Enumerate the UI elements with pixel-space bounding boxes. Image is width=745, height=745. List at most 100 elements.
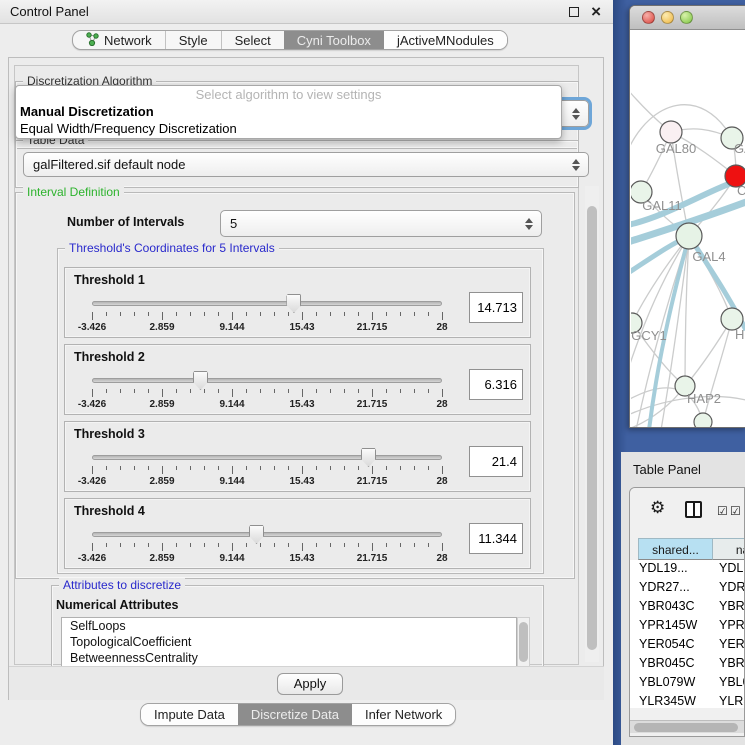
slider-tick-labels: -3.4262.8599.14415.4321.71528 xyxy=(65,476,530,488)
network-node[interactable] xyxy=(676,223,702,249)
close-icon[interactable]: × xyxy=(591,1,601,23)
network-edge[interactable] xyxy=(703,319,732,422)
node-label: C xyxy=(737,183,745,198)
network-window-titlebar[interactable] xyxy=(630,6,745,30)
tick-mark xyxy=(190,543,191,547)
cell-shared-name[interactable]: YDR27... xyxy=(639,580,690,594)
column-header-name[interactable]: na xyxy=(713,538,745,560)
number-of-intervals-combobox[interactable]: 5 xyxy=(220,210,542,237)
gear-icon[interactable]: ⚙ xyxy=(650,498,665,518)
scrollbar-thumb[interactable] xyxy=(587,206,597,650)
attribute-list-item[interactable]: BetweennessCentrality xyxy=(62,650,516,666)
table-row[interactable]: YBL079W YBL0 xyxy=(630,674,745,693)
threshold-3-slider-handle[interactable] xyxy=(361,448,376,467)
cell-shared-name[interactable]: YBL079W xyxy=(639,675,695,689)
attribute-list-item[interactable]: SelfLoops xyxy=(62,618,516,634)
tick-mark xyxy=(232,466,233,474)
threshold-3-slider-track[interactable] xyxy=(92,455,442,460)
table-data-combobox[interactable]: galFiltered.sif default node xyxy=(23,152,589,177)
tick-mark xyxy=(386,543,387,547)
tab-select-label: Select xyxy=(235,33,271,48)
cell-name[interactable]: YER0 xyxy=(719,637,745,651)
scrollbar-thumb[interactable] xyxy=(634,723,738,732)
table-row[interactable]: YLR345W YLR3 xyxy=(630,693,745,708)
popup-item-manual-discretization[interactable]: Manual Discretization xyxy=(16,103,561,120)
column-header-shared-name[interactable]: shared... xyxy=(638,538,713,560)
numerical-attributes-list[interactable]: SelfLoopsTopologicalCoefficientBetweenne… xyxy=(61,617,517,667)
tab-style[interactable]: Style xyxy=(165,31,221,49)
split-view-icon[interactable] xyxy=(685,501,702,518)
cell-shared-name[interactable]: YBR043C xyxy=(639,599,695,613)
cell-name[interactable]: YLR3 xyxy=(719,694,745,708)
checkbox-icon[interactable]: ☑ xyxy=(730,505,741,517)
table-row[interactable]: YBR043C YBR0 xyxy=(630,598,745,617)
threshold-3-value-field[interactable]: 21.4 xyxy=(469,446,523,477)
tick-mark xyxy=(106,466,107,470)
tick-label: -3.426 xyxy=(62,476,122,487)
table-row[interactable]: YDL19... YDL1 xyxy=(630,560,745,579)
attribute-list-item[interactable]: TopologicalCoefficient xyxy=(62,634,516,650)
threshold-2-slider-handle[interactable] xyxy=(193,371,208,390)
tick-mark xyxy=(302,543,303,551)
tick-mark xyxy=(134,543,135,547)
cell-shared-name[interactable]: YPR145W xyxy=(639,618,697,632)
tick-mark xyxy=(190,389,191,393)
threshold-4-slider-track[interactable] xyxy=(92,532,442,537)
cell-name[interactable]: YBR0 xyxy=(719,599,745,613)
cell-shared-name[interactable]: YBR045C xyxy=(639,656,695,670)
attributes-list-scrollbar[interactable] xyxy=(517,617,530,667)
threshold-coordinates-label: Threshold's Coordinates for 5 Intervals xyxy=(65,241,279,255)
threshold-1-slider-track[interactable] xyxy=(92,301,442,306)
tab-jactivemnodules[interactable]: jActiveMNodules xyxy=(384,31,507,49)
tick-mark xyxy=(246,312,247,316)
popup-placeholder-item[interactable]: Select algorithm to view settings xyxy=(16,86,561,103)
table-row[interactable]: YBR045C YBR0 xyxy=(630,655,745,674)
threshold-2-slider-track[interactable] xyxy=(92,378,442,383)
table-row[interactable]: YPR145W YPR1 xyxy=(630,617,745,636)
float-window-icon[interactable] xyxy=(569,7,579,17)
tab-network[interactable]: Network xyxy=(73,31,165,49)
cell-name[interactable]: YBR0 xyxy=(719,656,745,670)
tick-mark xyxy=(204,466,205,470)
tab-impute-data[interactable]: Impute Data xyxy=(141,704,238,725)
zoom-traffic-light-icon[interactable] xyxy=(680,11,693,24)
network-view-window[interactable]: GAL80GACGAL11GAL4GCY1HHAP2 xyxy=(629,5,745,428)
cell-name[interactable]: YPR1 xyxy=(719,618,745,632)
popup-item-equal-width-frequency[interactable]: Equal Width/Frequency Discretization xyxy=(16,120,561,137)
apply-button[interactable]: Apply xyxy=(277,673,343,695)
scrollbar-thumb[interactable] xyxy=(519,622,528,662)
tick-mark xyxy=(330,389,331,393)
tab-impute-data-label: Impute Data xyxy=(154,707,225,722)
minimize-traffic-light-icon[interactable] xyxy=(661,11,674,24)
table-row[interactable]: YER054C YER0 xyxy=(630,636,745,655)
threshold-1-slider-handle[interactable] xyxy=(286,294,301,313)
cell-shared-name[interactable]: YLR345W xyxy=(639,694,696,708)
table-row[interactable]: YDR27... YDR2 xyxy=(630,579,745,598)
threshold-4-slider-handle[interactable] xyxy=(249,525,264,544)
cell-name[interactable]: YDR2 xyxy=(719,580,745,594)
network-node[interactable] xyxy=(694,413,712,427)
tab-style-label: Style xyxy=(179,33,208,48)
network-edge[interactable] xyxy=(685,319,732,386)
threshold-2-value-field[interactable]: 6.316 xyxy=(469,369,523,400)
network-canvas[interactable]: GAL80GACGAL11GAL4GCY1HHAP2 xyxy=(631,30,745,427)
network-node[interactable] xyxy=(660,121,682,143)
cell-name[interactable]: YBL0 xyxy=(719,675,745,689)
threshold-1-value-field[interactable]: 14.713 xyxy=(469,292,523,323)
table-horizontal-scrollbar[interactable] xyxy=(630,720,745,733)
threshold-4-value-field[interactable]: 11.344 xyxy=(469,523,523,554)
tick-mark xyxy=(288,543,289,547)
tab-select[interactable]: Select xyxy=(221,31,284,49)
checkbox-icon[interactable]: ☑ xyxy=(717,505,728,517)
panel-scrollbar[interactable] xyxy=(585,186,599,662)
cell-shared-name[interactable]: YER054C xyxy=(639,637,695,651)
tab-infer-network[interactable]: Infer Network xyxy=(352,704,455,725)
cell-shared-name[interactable]: YDL19... xyxy=(639,561,688,575)
close-traffic-light-icon[interactable] xyxy=(642,11,655,24)
tab-cyni-toolbox[interactable]: Cyni Toolbox xyxy=(284,31,384,49)
tick-mark xyxy=(428,543,429,547)
tab-discretize-data[interactable]: Discretize Data xyxy=(238,704,352,725)
cell-name[interactable]: YDL1 xyxy=(719,561,745,575)
tick-mark xyxy=(372,389,373,397)
node-label: GAL11 xyxy=(642,198,682,213)
